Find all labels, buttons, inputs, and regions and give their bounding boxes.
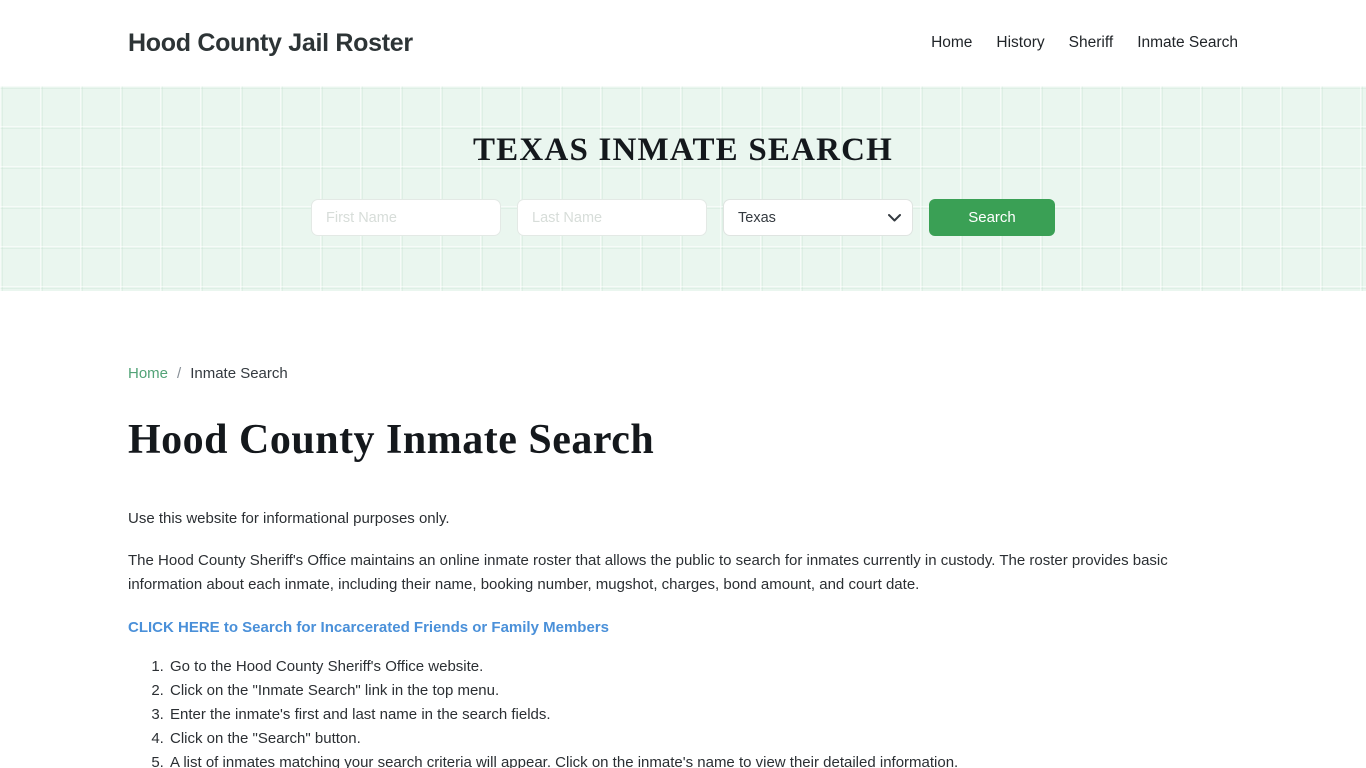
list-item: Go to the Hood County Sheriff's Office w…	[168, 655, 1238, 679]
breadcrumb: Home / Inmate Search	[128, 291, 1238, 382]
nav-item-inmate-search[interactable]: Inmate Search	[1137, 26, 1238, 60]
cta-search-friends-family-link[interactable]: CLICK HERE to Search for Incarcerated Fr…	[128, 619, 609, 636]
search-button[interactable]: Search	[929, 199, 1055, 236]
list-item: A list of inmates matching your search c…	[168, 751, 1238, 768]
inmate-search-form: Texas Search	[311, 199, 1055, 236]
site-header: Hood County Jail Roster Home History She…	[0, 0, 1366, 86]
body-paragraph: The Hood County Sheriff's Office maintai…	[128, 552, 1168, 593]
nav-item-history[interactable]: History	[996, 26, 1044, 60]
state-select-wrapper: Texas	[723, 199, 913, 236]
list-item: Click on the "Inmate Search" link in the…	[168, 679, 1238, 703]
breadcrumb-separator: /	[177, 365, 182, 382]
main-content: Home / Inmate Search Hood County Inmate …	[0, 291, 1366, 768]
last-name-input[interactable]	[517, 199, 707, 236]
list-item: Click on the "Search" button.	[168, 727, 1238, 751]
nav-item-sheriff[interactable]: Sheriff	[1069, 26, 1114, 60]
hero-search-banner: TEXAS INMATE SEARCH Texas Search	[0, 86, 1366, 291]
breadcrumb-link-home[interactable]: Home	[128, 365, 168, 382]
state-select[interactable]: Texas	[723, 199, 913, 236]
instruction-steps-list: Go to the Hood County Sheriff's Office w…	[128, 655, 1238, 768]
first-name-input[interactable]	[311, 199, 501, 236]
page-title: Hood County Inmate Search	[128, 417, 655, 463]
list-item: Enter the inmate's first and last name i…	[168, 703, 1238, 727]
nav-item-home[interactable]: Home	[931, 26, 972, 60]
site-brand-title[interactable]: Hood County Jail Roster	[128, 29, 413, 58]
hero-title: TEXAS INMATE SEARCH	[472, 132, 894, 168]
breadcrumb-current: Inmate Search	[190, 365, 288, 382]
lead-paragraph: Use this website for informational purpo…	[128, 510, 450, 527]
main-navigation: Home History Sheriff Inmate Search	[931, 26, 1238, 60]
